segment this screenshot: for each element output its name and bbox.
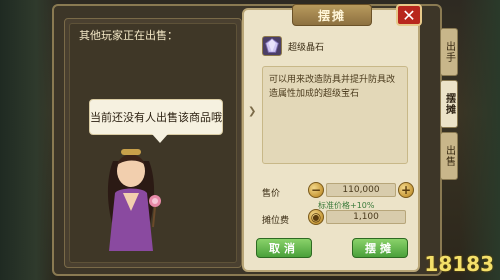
other-sellers-header: 其他玩家正在出售：: [79, 29, 178, 42]
empty-message-text: 当前还没有人出售该商品哦: [90, 111, 222, 124]
price-input[interactable]: 110,000: [326, 183, 396, 197]
price-label: 售价: [262, 189, 281, 199]
plus-icon: +: [400, 183, 412, 197]
tab-sell-out[interactable]: 出手: [440, 28, 458, 76]
stall-fee-value: 1,100: [326, 210, 406, 224]
tab-stall[interactable]: 摆摊: [440, 80, 458, 128]
other-sellers-panel: 其他玩家正在出售： 当前还没有人出售该商品哦: [64, 18, 242, 268]
gem-icon[interactable]: [262, 36, 282, 56]
stall-dialog-title: 摆摊: [292, 4, 372, 26]
confirm-stall-button[interactable]: 摆摊: [352, 238, 408, 258]
empty-message-bubble: 当前还没有人出售该商品哦: [89, 99, 223, 143]
collapse-arrow-icon[interactable]: ❯: [248, 106, 256, 117]
background-left-area: [0, 0, 60, 280]
price-increase-button[interactable]: +: [398, 182, 414, 198]
npc-character-portrait: [107, 149, 161, 251]
close-button[interactable]: ✕: [396, 4, 422, 26]
fee-coin-icon: ◉: [308, 209, 324, 225]
background-right-area: [460, 0, 500, 280]
stall-fee-label: 摊位费: [262, 216, 290, 226]
item-name: 超级晶石: [288, 43, 325, 53]
tab-sale[interactable]: 出售: [440, 132, 458, 180]
coin-icon: ◉: [310, 210, 322, 224]
minus-icon: −: [310, 183, 322, 197]
price-decrease-button[interactable]: −: [308, 182, 324, 198]
site-watermark: 18183: [424, 252, 494, 276]
item-description: 可以用来改造防具并提升防具改造属性加成的超级宝石: [262, 66, 408, 164]
cancel-button[interactable]: 取消: [256, 238, 312, 258]
close-icon: ✕: [402, 5, 416, 25]
